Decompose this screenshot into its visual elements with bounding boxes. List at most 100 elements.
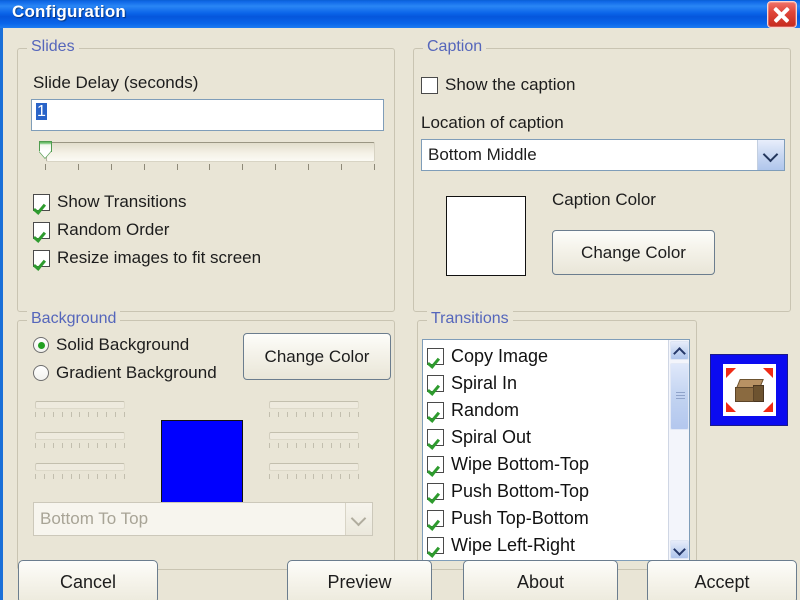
caption-group-title: Caption xyxy=(423,38,486,56)
transition-label: Copy Image xyxy=(451,346,548,367)
transition-checkbox[interactable] xyxy=(427,510,444,527)
transition-label: Spiral In xyxy=(451,373,517,394)
gradient-slider-track xyxy=(269,432,359,440)
transition-checkbox[interactable] xyxy=(427,456,444,473)
preview-button[interactable]: Preview xyxy=(287,560,432,600)
checkbox-show-caption-box[interactable] xyxy=(421,77,438,94)
gradient-slider-ticks xyxy=(269,412,359,417)
checkbox-resize-images[interactable]: Resize images to fit screen xyxy=(33,248,261,268)
transitions-list-items: Copy Image Spiral In Random Spiral Out W… xyxy=(423,340,668,561)
gradient-slider-right-3[interactable] xyxy=(269,463,359,489)
background-color-swatch[interactable] xyxy=(161,420,243,506)
transition-preview-thumbnail[interactable] xyxy=(710,354,788,426)
list-item[interactable]: Push Bottom-Top xyxy=(427,478,668,505)
arrow-top-right-icon xyxy=(763,368,773,378)
gradient-slider-track xyxy=(35,401,125,409)
transition-checkbox[interactable] xyxy=(427,402,444,419)
checkbox-resize-images-box[interactable] xyxy=(33,250,50,267)
transition-checkbox[interactable] xyxy=(427,537,444,554)
transitions-scrollbar[interactable] xyxy=(668,340,689,560)
gradient-slider-track xyxy=(35,432,125,440)
caption-location-dropdown[interactable]: Bottom Middle xyxy=(421,139,785,171)
checkbox-show-transitions-box[interactable] xyxy=(33,194,50,211)
chevron-up-icon[interactable] xyxy=(670,341,689,360)
radio-gradient-background[interactable]: Gradient Background xyxy=(33,363,217,383)
slider-thumb-tip xyxy=(39,151,51,158)
gradient-slider-ticks xyxy=(269,443,359,448)
gradient-slider-ticks xyxy=(269,474,359,479)
transition-checkbox[interactable] xyxy=(427,348,444,365)
radio-gradient-background-label: Gradient Background xyxy=(56,363,217,383)
gradient-slider-left-1[interactable] xyxy=(35,401,125,427)
arrow-top-left-icon xyxy=(726,368,736,378)
package-box-icon xyxy=(723,364,776,416)
transition-label: Push Bottom-Top xyxy=(451,481,589,502)
gradient-slider-track xyxy=(35,463,125,471)
gradient-slider-right-1[interactable] xyxy=(269,401,359,427)
transition-label: Wipe Left-Right xyxy=(451,535,575,556)
slide-delay-value: 1 xyxy=(36,103,47,120)
radio-gradient-background-dot[interactable] xyxy=(33,365,49,381)
box-glyph xyxy=(735,379,765,403)
caption-change-color-button[interactable]: Change Color xyxy=(552,230,715,275)
cancel-button[interactable]: Cancel xyxy=(18,560,158,600)
caption-location-value: Bottom Middle xyxy=(422,145,757,165)
gradient-slider-ticks xyxy=(35,412,125,417)
slide-delay-slider-ticks xyxy=(45,164,375,170)
radio-solid-background-dot[interactable] xyxy=(33,337,49,353)
transition-label: Wipe Bottom-Top xyxy=(451,454,589,475)
list-item[interactable]: Spiral In xyxy=(427,370,668,397)
chevron-down-icon[interactable] xyxy=(345,503,372,535)
gradient-slider-track xyxy=(269,463,359,471)
window-titlebar: Configuration xyxy=(0,0,800,29)
slides-group-title: Slides xyxy=(27,38,79,56)
caption-color-label: Caption Color xyxy=(552,190,656,210)
transition-label: Spiral Out xyxy=(451,427,531,448)
slide-delay-slider-track[interactable] xyxy=(46,142,375,162)
close-icon[interactable] xyxy=(767,1,797,28)
arrow-bottom-right-icon xyxy=(763,402,773,412)
transition-checkbox[interactable] xyxy=(427,483,444,500)
gradient-direction-dropdown[interactable]: Bottom To Top xyxy=(33,502,373,536)
list-item[interactable]: Push Top-Bottom xyxy=(427,505,668,532)
dialog-body: Slides Slide Delay (seconds) 1 Show Tran… xyxy=(0,28,800,600)
checkbox-show-caption[interactable]: Show the caption xyxy=(421,75,575,95)
scrollbar-grip xyxy=(676,392,685,401)
list-item[interactable]: Wipe Bottom-Top xyxy=(427,451,668,478)
checkbox-show-caption-label: Show the caption xyxy=(445,75,575,95)
arrow-bottom-left-icon xyxy=(726,402,736,412)
gradient-slider-left-2[interactable] xyxy=(35,432,125,458)
transition-checkbox[interactable] xyxy=(427,429,444,446)
gradient-slider-ticks xyxy=(35,474,125,479)
scrollbar-thumb[interactable] xyxy=(670,363,689,430)
checkbox-resize-images-label: Resize images to fit screen xyxy=(57,248,261,268)
slide-delay-label: Slide Delay (seconds) xyxy=(33,73,198,93)
about-button[interactable]: About xyxy=(463,560,618,600)
transition-label: Random xyxy=(451,400,519,421)
list-item[interactable]: Copy Image xyxy=(427,343,668,370)
list-item[interactable]: Spiral Out xyxy=(427,424,668,451)
gradient-slider-track xyxy=(269,401,359,409)
gradient-direction-value: Bottom To Top xyxy=(34,509,345,529)
checkbox-random-order[interactable]: Random Order xyxy=(33,220,169,240)
checkbox-show-transitions[interactable]: Show Transitions xyxy=(33,192,186,212)
slide-delay-slider-thumb[interactable] xyxy=(39,141,52,158)
transitions-listbox[interactable]: Copy Image Spiral In Random Spiral Out W… xyxy=(422,339,690,561)
accept-button[interactable]: Accept xyxy=(647,560,797,600)
radio-solid-background[interactable]: Solid Background xyxy=(33,335,189,355)
background-change-color-button[interactable]: Change Color xyxy=(243,333,391,380)
slide-delay-input[interactable]: 1 xyxy=(31,99,384,131)
caption-color-swatch[interactable] xyxy=(446,196,526,276)
gradient-slider-right-2[interactable] xyxy=(269,432,359,458)
checkbox-random-order-box[interactable] xyxy=(33,222,50,239)
gradient-slider-left-3[interactable] xyxy=(35,463,125,489)
checkbox-show-transitions-label: Show Transitions xyxy=(57,192,186,212)
list-item[interactable]: Random xyxy=(427,397,668,424)
checkbox-random-order-label: Random Order xyxy=(57,220,169,240)
chevron-down-icon[interactable] xyxy=(670,540,689,559)
chevron-down-icon[interactable] xyxy=(757,140,784,170)
window-title: Configuration xyxy=(12,2,126,22)
radio-solid-background-label: Solid Background xyxy=(56,335,189,355)
transition-checkbox[interactable] xyxy=(427,375,444,392)
list-item[interactable]: Wipe Left-Right xyxy=(427,532,668,559)
